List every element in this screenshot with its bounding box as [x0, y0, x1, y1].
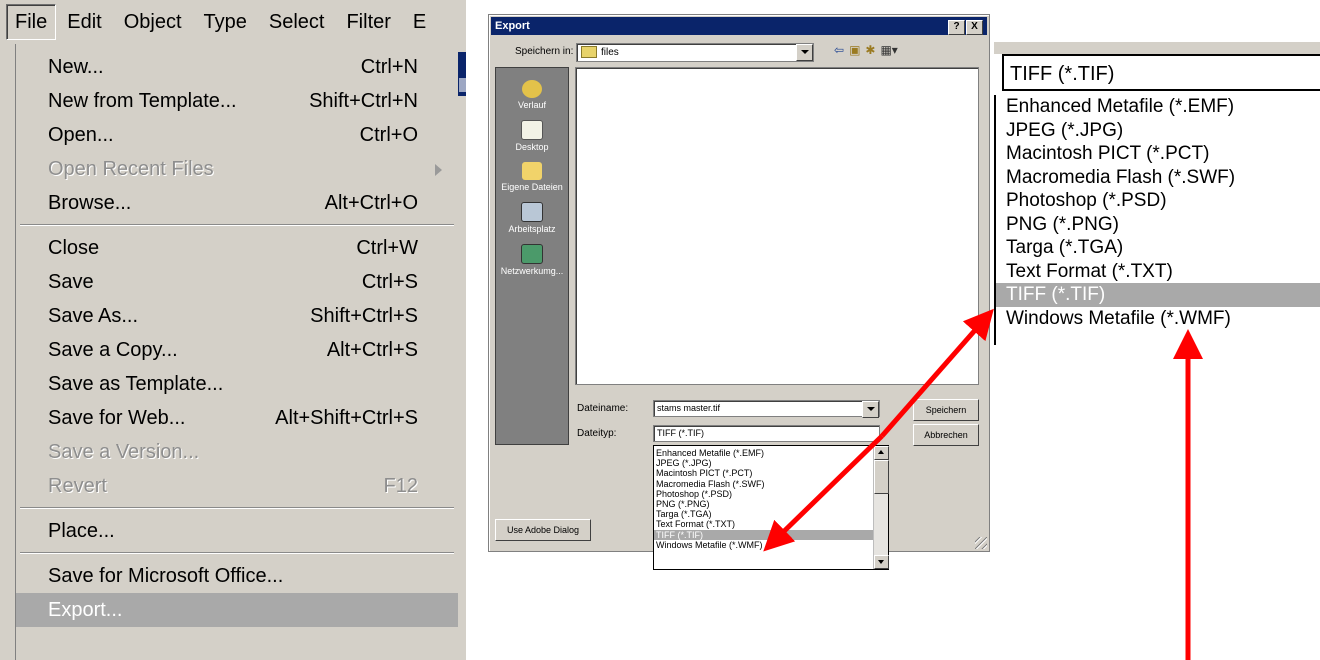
arrow-to-dialog-list: [763, 434, 884, 552]
annotation-arrows: [763, 308, 1203, 660]
arrow-to-zoomed-list: [880, 308, 994, 438]
